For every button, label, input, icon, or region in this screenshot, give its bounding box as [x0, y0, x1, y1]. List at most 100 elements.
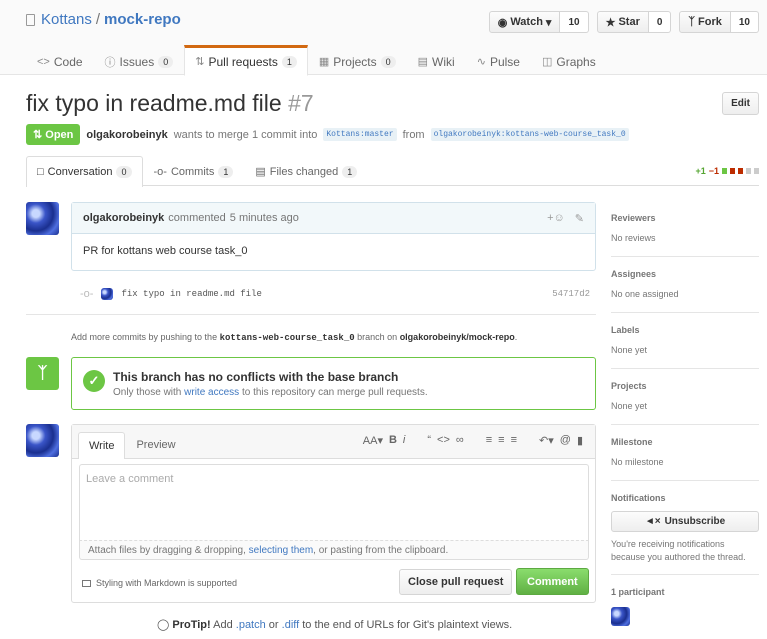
markdown-text: Styling with Markdown is supported — [96, 578, 238, 588]
merge-sub-text: Only those with — [113, 387, 182, 398]
tab-issues[interactable]: ⓘ Issues 0 — [94, 45, 185, 76]
watch-button[interactable]: ◉ Watch ▾ — [488, 11, 561, 33]
code-icon[interactable]: <> — [437, 434, 450, 447]
star-group: ★ Star 0 — [596, 11, 672, 33]
italic-icon[interactable]: i — [403, 434, 405, 447]
tab-pull-requests[interactable]: ⇅ Pull requests 1 — [184, 45, 308, 76]
tab-wiki[interactable]: ▤ Wiki — [407, 45, 466, 76]
comment-author[interactable]: olgakorobeinyk — [83, 212, 164, 224]
fork-group: ᛉ Fork 10 — [679, 11, 759, 33]
add-more-repo[interactable]: olgakorobeinyk/mock-repo — [400, 332, 515, 342]
tab-label: Pull requests — [208, 54, 278, 69]
avatar[interactable] — [101, 288, 114, 300]
mute-icon: ◄× — [644, 516, 661, 527]
attach-files-bar[interactable]: Attach files by dragging & dropping, sel… — [79, 540, 589, 560]
fork-button[interactable]: ᛉ Fork — [679, 11, 731, 33]
bold-icon[interactable]: B — [389, 434, 397, 447]
watch-count[interactable]: 10 — [560, 11, 589, 33]
diffstat-block — [754, 168, 759, 174]
bookmark-icon[interactable]: ▮ — [577, 434, 583, 447]
tab-code[interactable]: <> Code — [26, 45, 94, 76]
sidebar-reviewers[interactable]: Reviewers No reviews — [611, 213, 759, 257]
avatar[interactable] — [26, 202, 59, 235]
comment-textarea[interactable]: Leave a comment — [79, 464, 589, 540]
tab-label: Code — [53, 54, 83, 69]
edit-title-button[interactable]: Edit — [722, 92, 759, 115]
repo-owner-link[interactable]: Kottans — [41, 11, 92, 28]
text-size-icon[interactable]: AA▾ — [363, 434, 383, 447]
add-more-branch: kottans-web-course_task_0 — [219, 333, 355, 343]
pr-comment: olgakorobeinyk commented 5 minutes ago +… — [71, 202, 596, 271]
tab-conversation[interactable]: □ Conversation 0 — [26, 156, 143, 187]
tab-pulse[interactable]: ∿ Pulse — [466, 45, 531, 76]
tab-commits[interactable]: -o- Commits 1 — [143, 156, 245, 186]
tab-graphs[interactable]: ◫ Graphs — [531, 45, 607, 76]
repo-nav: <> Code ⓘ Issues 0 ⇅ Pull requests 1 ▦ Project… — [26, 45, 607, 76]
comment-time[interactable]: 5 minutes ago — [230, 212, 299, 224]
tab-projects[interactable]: ▦ Projects 0 — [308, 45, 407, 76]
comment-button[interactable]: Comment — [516, 568, 589, 595]
pencil-icon[interactable]: ✎ — [575, 212, 584, 225]
sidebar-heading: Notifications — [611, 493, 666, 503]
diff-link[interactable]: .diff — [282, 619, 300, 631]
sidebar-value: None yet — [611, 401, 648, 411]
tab-files-changed[interactable]: ▤ Files changed 1 — [244, 156, 368, 186]
repo-title: Kottans / mock-repo — [26, 11, 181, 28]
ordered-list-icon[interactable]: ≡ — [498, 434, 504, 447]
repo-header: Kottans / mock-repo ◉ Watch ▾ 10 ★ Star … — [0, 0, 767, 76]
repo-name-link[interactable]: mock-repo — [104, 11, 181, 28]
sidebar-projects[interactable]: Projects None yet — [611, 381, 759, 425]
tab-label: Issues — [119, 54, 155, 69]
pr-meta: ⇅ Open olgakorobeinyk wants to merge 1 c… — [26, 124, 629, 145]
sidebar-labels[interactable]: Labels None yet — [611, 325, 759, 369]
sidebar-assignees[interactable]: Assignees No one assigned — [611, 269, 759, 313]
from-text: from — [402, 128, 425, 141]
tab-label: Wiki — [432, 54, 455, 69]
comment-tools: +☺ ✎ — [547, 212, 584, 225]
commit-sha[interactable]: 54717d2 — [552, 289, 590, 299]
markdown-hint[interactable]: Styling with Markdown is supported — [82, 578, 237, 588]
tab-write[interactable]: Write — [78, 432, 126, 459]
add-reaction-icon[interactable]: +☺ — [547, 212, 565, 225]
protip: ◯ ProTip! Add .patch or .diff to the end… — [157, 618, 512, 631]
select-files-link[interactable]: selecting them — [249, 545, 313, 556]
misc-group: ↶▾ @ ▮ — [539, 434, 583, 447]
mention-icon[interactable]: @ — [560, 434, 571, 447]
tab-label: Projects — [333, 54, 377, 69]
star-count[interactable]: 0 — [648, 11, 672, 33]
merge-title: This branch has no conflicts with the ba… — [113, 370, 399, 384]
unordered-list-icon[interactable]: ≡ — [486, 434, 492, 447]
task-list-icon[interactable]: ≡ — [511, 434, 517, 447]
close-pull-request-button[interactable]: Close pull request — [399, 569, 513, 595]
reply-icon[interactable]: ↶▾ — [539, 434, 554, 447]
link-icon[interactable]: ∞ — [456, 434, 464, 447]
repo-icon — [26, 13, 35, 26]
star-icon: ★ — [605, 16, 616, 29]
fork-label: Fork — [698, 16, 722, 28]
protip-text: Add — [213, 619, 233, 631]
tab-counter: 0 — [116, 166, 132, 178]
participant-avatar[interactable] — [611, 607, 630, 626]
patch-link[interactable]: .patch — [236, 619, 266, 631]
star-button[interactable]: ★ Star — [596, 11, 649, 33]
merge-text: wants to merge 1 commit into — [173, 128, 318, 141]
attach-text: , or pasting from the clipboard. — [313, 545, 449, 556]
avatar[interactable] — [26, 424, 59, 457]
sidebar-heading: Projects — [611, 381, 647, 391]
tab-label: Commits — [170, 165, 215, 178]
tab-preview[interactable]: Preview — [125, 431, 186, 458]
base-branch[interactable]: Kottans:master — [323, 128, 397, 141]
write-access-link[interactable]: write access — [184, 387, 239, 398]
head-branch[interactable]: olgakorobeinyk:kottans-web-course_task_0 — [430, 128, 629, 141]
sidebar-heading: Labels — [611, 325, 640, 335]
fork-count[interactable]: 10 — [730, 11, 759, 33]
pr-author[interactable]: olgakorobeinyk — [86, 129, 167, 141]
pr-title-text: fix typo in readme.md file — [26, 90, 282, 116]
add-more-text: Add more commits by pushing to the — [71, 332, 218, 342]
pr-title: fix typo in readme.md file #7 — [26, 90, 314, 117]
commit-message[interactable]: fix typo in readme.md file — [121, 289, 261, 299]
pull-request-icon: ⇅ — [195, 56, 205, 68]
unsubscribe-button[interactable]: ◄× Unsubscribe — [611, 511, 759, 532]
quote-icon[interactable]: “ — [427, 434, 431, 447]
sidebar-milestone[interactable]: Milestone No milestone — [611, 437, 759, 481]
